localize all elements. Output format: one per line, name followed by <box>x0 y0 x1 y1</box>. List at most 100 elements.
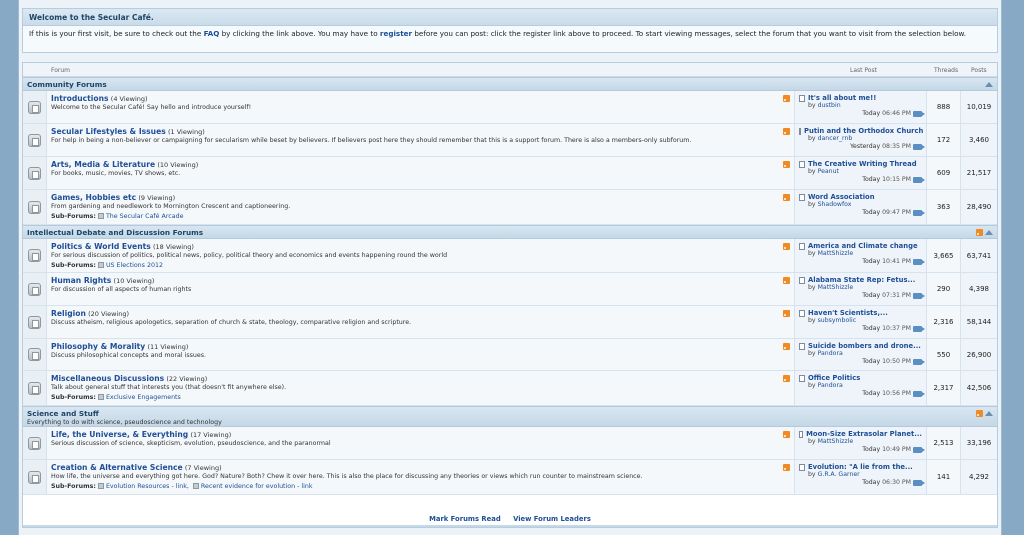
forum-status-icon <box>28 282 41 296</box>
last-post-title[interactable]: It's all about me!! <box>808 94 876 102</box>
subforum-link[interactable]: Evolution Resources - link, <box>106 483 189 490</box>
last-post-author[interactable]: subsymbolic <box>818 317 857 324</box>
forum-title[interactable]: Games, Hobbies etc <box>51 193 136 202</box>
mark-forums-read-link[interactable]: Mark Forums Read <box>429 515 501 523</box>
forum-title[interactable]: Life, the Universe, & Everything <box>51 430 188 439</box>
register-link[interactable]: register <box>380 29 412 38</box>
sub-forums: Sub-Forums: Exclusive Engagements <box>51 394 790 401</box>
rss-icon[interactable] <box>976 410 983 417</box>
go-to-last-post-icon[interactable] <box>913 143 925 150</box>
last-post-author[interactable]: Pandora <box>818 382 843 389</box>
last-post-day: Today <box>862 258 881 265</box>
rss-icon[interactable] <box>783 95 790 102</box>
category-title[interactable]: Intellectual Debate and Discussion Forum… <box>27 228 203 237</box>
forum-description: Discuss atheism, religious apologetics, … <box>51 319 412 326</box>
category-title[interactable]: Community Forums <box>27 80 107 89</box>
thread-count: 2,317 <box>927 371 961 405</box>
subforum-link[interactable]: Recent evidence for evolution - link <box>201 483 313 490</box>
go-to-last-post-icon[interactable] <box>913 258 925 265</box>
thread-icon <box>799 127 801 135</box>
forum-title[interactable]: Secular Lifestyles & Issues <box>51 127 166 136</box>
last-post-author[interactable]: MattShizzle <box>818 250 854 257</box>
go-to-last-post-icon[interactable] <box>913 176 925 183</box>
category-title[interactable]: Science and Stuff <box>27 409 99 418</box>
thread-icon <box>799 193 805 201</box>
forum-title[interactable]: Creation & Alternative Science <box>51 463 183 472</box>
collapse-icon[interactable] <box>985 82 993 87</box>
last-post-day: Today <box>862 358 881 365</box>
welcome-text: If this is your first visit, be sure to … <box>23 26 997 42</box>
subforum-icon <box>97 262 104 268</box>
go-to-last-post-icon[interactable] <box>913 446 925 453</box>
rss-icon[interactable] <box>783 243 790 250</box>
category-community-forums[interactable]: Community Forums <box>23 77 997 91</box>
subforum-icon <box>97 483 104 489</box>
forum-row: Human Rights (10 Viewing) For discussion… <box>23 273 997 306</box>
rss-icon[interactable] <box>783 161 790 168</box>
collapse-icon[interactable] <box>985 411 993 416</box>
forum-title[interactable]: Introductions <box>51 94 109 103</box>
last-post-author[interactable]: dustbin <box>818 102 841 109</box>
forum-description: Discuss philosophical concepts and moral… <box>51 352 207 359</box>
last-post-title[interactable]: Putin and the Orthodox Church <box>804 127 923 135</box>
collapse-icon[interactable] <box>985 230 993 235</box>
subforum-link[interactable]: US Elections 2012 <box>106 262 163 269</box>
category-science-and-stuff[interactable]: Science and Stuff Everything to do with … <box>23 406 997 427</box>
last-post-title[interactable]: Haven't Scientists,... <box>808 309 888 317</box>
subforum-link[interactable]: The Secular Café Arcade <box>106 213 184 220</box>
go-to-last-post-icon[interactable] <box>913 110 925 117</box>
forum-title[interactable]: Human Rights <box>51 276 111 285</box>
rss-icon[interactable] <box>783 277 790 284</box>
go-to-last-post-icon[interactable] <box>913 209 925 216</box>
last-post-author[interactable]: MattShizzle <box>818 438 854 445</box>
rss-icon[interactable] <box>783 375 790 382</box>
forum-title[interactable]: Politics & World Events <box>51 242 151 251</box>
last-post-author[interactable]: MattShizzle <box>818 284 854 291</box>
last-post-author[interactable]: Shadowfox <box>818 201 852 208</box>
last-post-title[interactable]: Office Politics <box>808 374 860 382</box>
last-post-author[interactable]: Pandora <box>818 350 843 357</box>
welcome-title: Welcome to the Secular Café. <box>23 9 997 26</box>
category-intellectual-debate[interactable]: Intellectual Debate and Discussion Forum… <box>23 225 997 239</box>
forum-title[interactable]: Religion <box>51 309 86 318</box>
forum-viewing: (10 Viewing) <box>157 161 199 169</box>
last-post-title[interactable]: Alabama State Rep: Fetus... <box>808 276 915 284</box>
forum-title[interactable]: Philosophy & Morality <box>51 342 145 351</box>
forum-title[interactable]: Arts, Media & Literature <box>51 160 155 169</box>
go-to-last-post-icon[interactable] <box>913 292 925 299</box>
faq-link[interactable]: FAQ <box>204 29 220 38</box>
go-to-last-post-icon[interactable] <box>913 358 925 365</box>
thread-count: 290 <box>927 273 961 305</box>
go-to-last-post-icon[interactable] <box>913 479 925 486</box>
rss-icon[interactable] <box>783 310 790 317</box>
last-post-author[interactable]: G.R.A. Garner <box>818 471 860 478</box>
subforum-link[interactable]: Exclusive Engagements <box>106 394 181 401</box>
sub-forums-label: Sub-Forums: <box>51 213 96 220</box>
rss-icon[interactable] <box>783 128 790 135</box>
rss-icon[interactable] <box>976 229 983 236</box>
view-forum-leaders-link[interactable]: View Forum Leaders <box>513 515 591 523</box>
rss-icon[interactable] <box>783 464 790 471</box>
go-to-last-post-icon[interactable] <box>913 390 925 397</box>
last-post-author[interactable]: Peanut <box>818 168 839 175</box>
post-count: 33,196 <box>961 427 997 459</box>
forum-row: Politics & World Events (18 Viewing) For… <box>23 239 997 273</box>
last-post-title[interactable]: America and Climate change <box>808 242 918 250</box>
forum-viewing: (22 Viewing) <box>166 375 208 383</box>
last-post-title[interactable]: Suicide bombers and drone... <box>808 342 921 350</box>
last-post-author[interactable]: dancer_rnb <box>818 135 853 142</box>
last-post-time: 07:31 PM <box>882 292 911 299</box>
rss-icon[interactable] <box>783 343 790 350</box>
last-post-title[interactable]: Word Association <box>808 193 875 201</box>
forum-description: Talk about general stuff that interests … <box>51 384 287 391</box>
post-count: 26,900 <box>961 339 997 370</box>
post-count: 3,460 <box>961 124 997 156</box>
last-post-title[interactable]: The Creative Writing Thread <box>808 160 917 168</box>
rss-icon[interactable] <box>783 431 790 438</box>
last-post-title[interactable]: Moon-Size Extrasolar Planet... <box>806 430 922 438</box>
rss-icon[interactable] <box>783 194 790 201</box>
last-post-title[interactable]: Evolution: "A lie from the... <box>808 463 913 471</box>
go-to-last-post-icon[interactable] <box>913 325 925 332</box>
forum-title[interactable]: Miscellaneous Discussions <box>51 374 164 383</box>
welcome-text-part: by clicking the link above. You may have… <box>219 29 380 38</box>
